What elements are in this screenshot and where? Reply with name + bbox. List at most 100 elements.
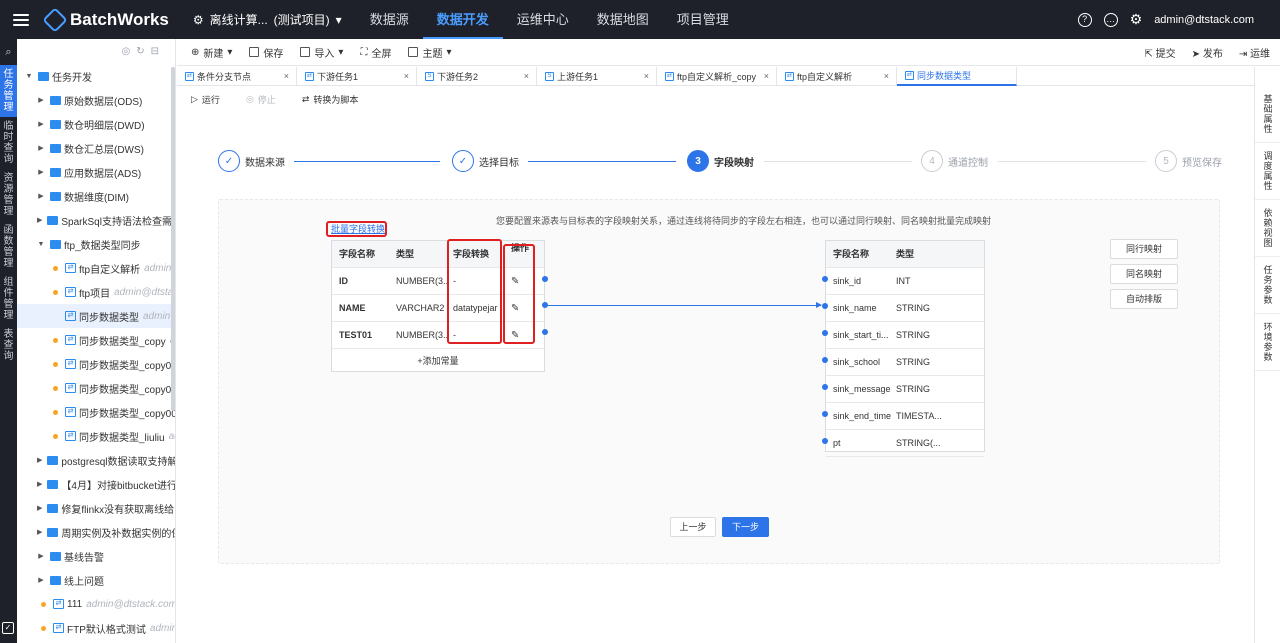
step-5[interactable]: 5 预览保存: [1155, 150, 1222, 172]
message-icon[interactable]: …: [1103, 12, 1118, 27]
next-step-button[interactable]: 下一步: [722, 517, 769, 537]
tree-folder[interactable]: ▶ 线上问题: [17, 568, 175, 592]
close-icon[interactable]: ×: [764, 71, 769, 81]
editor-tab[interactable]: ⇄ 条件分支节点 ×: [177, 67, 297, 86]
locate-icon[interactable]: ◎: [121, 46, 130, 57]
name-map-button[interactable]: 同名映射: [1110, 264, 1178, 284]
target-anchor[interactable]: [822, 357, 828, 363]
rail-schedule-props[interactable]: 调度属性: [1255, 143, 1280, 200]
logo[interactable]: BatchWorks: [42, 6, 169, 33]
search-icon[interactable]: ⌕: [0, 39, 17, 65]
auto-layout-button[interactable]: 自动排版: [1110, 289, 1178, 309]
refresh-icon[interactable]: ↻: [136, 46, 144, 57]
tree-folder[interactable]: ▶ 应用数据层(ADS): [17, 160, 175, 184]
editor-tab[interactable]: ⇄ 同步数据类型: [897, 67, 1017, 86]
tree-folder[interactable]: ▶ 数仓汇总层(DWS): [17, 136, 175, 160]
rail-resource-mgmt[interactable]: 资源管理: [0, 169, 17, 221]
rail-function-mgmt[interactable]: 函数管理: [0, 221, 17, 273]
nav-datasource[interactable]: 数据源: [356, 0, 423, 39]
stop-button[interactable]: ◎ 停止: [246, 93, 276, 106]
tree-task[interactable]: ⇄FTP默认格式测试admin...: [17, 616, 175, 640]
add-constant-button[interactable]: +添加常量: [332, 349, 544, 373]
prev-step-button[interactable]: 上一步: [670, 517, 716, 537]
tree-folder[interactable]: ▶ 数仓明细层(DWD): [17, 112, 175, 136]
close-icon[interactable]: ×: [644, 71, 649, 81]
tree-folder[interactable]: ▶ SparkSql支持语法检查需求: [17, 208, 175, 232]
nav-ops-center[interactable]: 运维中心: [503, 0, 583, 39]
tree-task[interactable]: ⇄同步数据类型_copy00...: [17, 400, 175, 424]
rail-temp-query[interactable]: 临时查询: [0, 117, 17, 169]
publish-button[interactable]: ➤ 发布: [1192, 45, 1223, 60]
target-anchor[interactable]: [822, 303, 828, 309]
menu-icon[interactable]: [13, 13, 29, 26]
target-anchor[interactable]: [822, 411, 828, 417]
tree-task[interactable]: ⇄同步数据类型_copyad...: [17, 328, 175, 352]
tree-task[interactable]: ⇄同步数据类型_copy00...: [17, 376, 175, 400]
editor-tab[interactable]: S 下游任务2 ×: [417, 67, 537, 86]
tree-task[interactable]: ⇄同步数据类型admin@...: [17, 304, 175, 328]
mapping-link-line[interactable]: [547, 305, 821, 306]
step-2[interactable]: ✓ 选择目标: [452, 150, 519, 172]
editor-tab[interactable]: S 上游任务1 ×: [537, 67, 657, 86]
row-map-button[interactable]: 同行映射: [1110, 239, 1178, 259]
source-anchor-test01[interactable]: [542, 329, 548, 335]
user-account[interactable]: admin@dtstack.com: [1154, 14, 1254, 26]
tree-task[interactable]: ⇄ftp项目admin@dtstac...: [17, 280, 175, 304]
target-anchor[interactable]: [822, 330, 828, 336]
nav-project-mgmt[interactable]: 项目管理: [663, 0, 743, 39]
batch-field-convert-link[interactable]: 批量字段转换: [326, 221, 387, 237]
tree-task[interactable]: ⇄同步数据类型_liuliuad...: [17, 424, 175, 448]
rail-env-params[interactable]: 环境参数: [1255, 314, 1280, 371]
step-1[interactable]: ✓ 数据来源: [218, 150, 285, 172]
nav-data-dev[interactable]: 数据开发: [422, 0, 503, 39]
import-button[interactable]: 导入 ▾: [300, 45, 343, 60]
close-icon[interactable]: ×: [884, 71, 889, 81]
target-anchor[interactable]: [822, 276, 828, 282]
close-icon[interactable]: ×: [284, 71, 289, 81]
run-button[interactable]: ▷ 运行: [191, 93, 220, 106]
submit-button[interactable]: ⇱ 提交: [1144, 45, 1175, 60]
source-anchor-id[interactable]: [542, 276, 548, 282]
rail-component-mgmt[interactable]: 组件管理: [0, 273, 17, 325]
editor-tab[interactable]: ⇄ ftp自定义解析 ×: [777, 67, 897, 86]
close-icon[interactable]: ×: [524, 71, 529, 81]
tree-folder[interactable]: ▶ 修复flinkx没有获取离线给...: [17, 496, 175, 520]
rail-basic-props[interactable]: 基础属性: [1255, 86, 1280, 143]
convert-to-script-button[interactable]: ⇄ 转换为脚本: [302, 93, 359, 106]
tree-task[interactable]: ⇄ 111 admin@dtstack.com...: [17, 592, 175, 616]
tree-folder[interactable]: ▼ ftp_数据类型同步: [17, 232, 175, 256]
editor-tab[interactable]: ⇄ 下游任务1 ×: [297, 67, 417, 86]
editor-tab[interactable]: ⇄ ftp自定义解析_copy ×: [657, 67, 777, 86]
rail-task-mgmt[interactable]: 任务管理: [0, 65, 17, 117]
theme-button[interactable]: 主题 ▾: [408, 45, 451, 60]
tree-task[interactable]: ⇄同步数据类型_copy00...: [17, 352, 175, 376]
step-3[interactable]: 3 字段映射: [687, 150, 754, 172]
help-icon[interactable]: ?: [1077, 12, 1092, 27]
tree-folder[interactable]: ▶ postgresql数据读取支持解...: [17, 448, 175, 472]
rail-table-query[interactable]: 表查询: [0, 325, 17, 366]
tree-folder[interactable]: ▶ 原始数据层(ODS): [17, 88, 175, 112]
project-selector[interactable]: ⚙ 离线计算... (测试项目) ▾: [193, 11, 342, 28]
checkbox-icon[interactable]: ✓: [2, 622, 14, 634]
target-anchor[interactable]: [822, 384, 828, 390]
step-4[interactable]: 4 通道控制: [921, 150, 988, 172]
ops-button[interactable]: ⇥ 运维: [1239, 45, 1270, 60]
new-button[interactable]: ⊕ 新建 ▾: [191, 45, 232, 60]
save-button[interactable]: 保存: [249, 45, 283, 60]
nav-data-map[interactable]: 数据地图: [583, 0, 663, 39]
rail-task-params[interactable]: 任务参数: [1255, 257, 1280, 314]
tree-task[interactable]: ⇄ftp自定义解析admin@...: [17, 256, 175, 280]
tree-folder[interactable]: ▶ 基线告警: [17, 544, 175, 568]
tree-folder[interactable]: ▶ 数据维度(DIM): [17, 184, 175, 208]
close-icon[interactable]: ×: [404, 71, 409, 81]
tree-scrollbar[interactable]: [171, 67, 175, 411]
tree-folder[interactable]: ▶ 周期实例及补数据实例的保...: [17, 520, 175, 544]
task-icon: ⇄: [185, 72, 194, 81]
target-anchor[interactable]: [822, 438, 828, 444]
fullscreen-button[interactable]: ⛶ 全屏: [360, 45, 391, 60]
rail-dependency-view[interactable]: 依赖视图: [1255, 200, 1280, 257]
tree-folder[interactable]: ▶ 【4月】对接bitbucket进行...: [17, 472, 175, 496]
gear-icon[interactable]: ⚙: [1130, 11, 1143, 28]
tree-root[interactable]: ▼ 任务开发: [17, 64, 175, 88]
collapse-icon[interactable]: ⊟: [151, 46, 159, 57]
